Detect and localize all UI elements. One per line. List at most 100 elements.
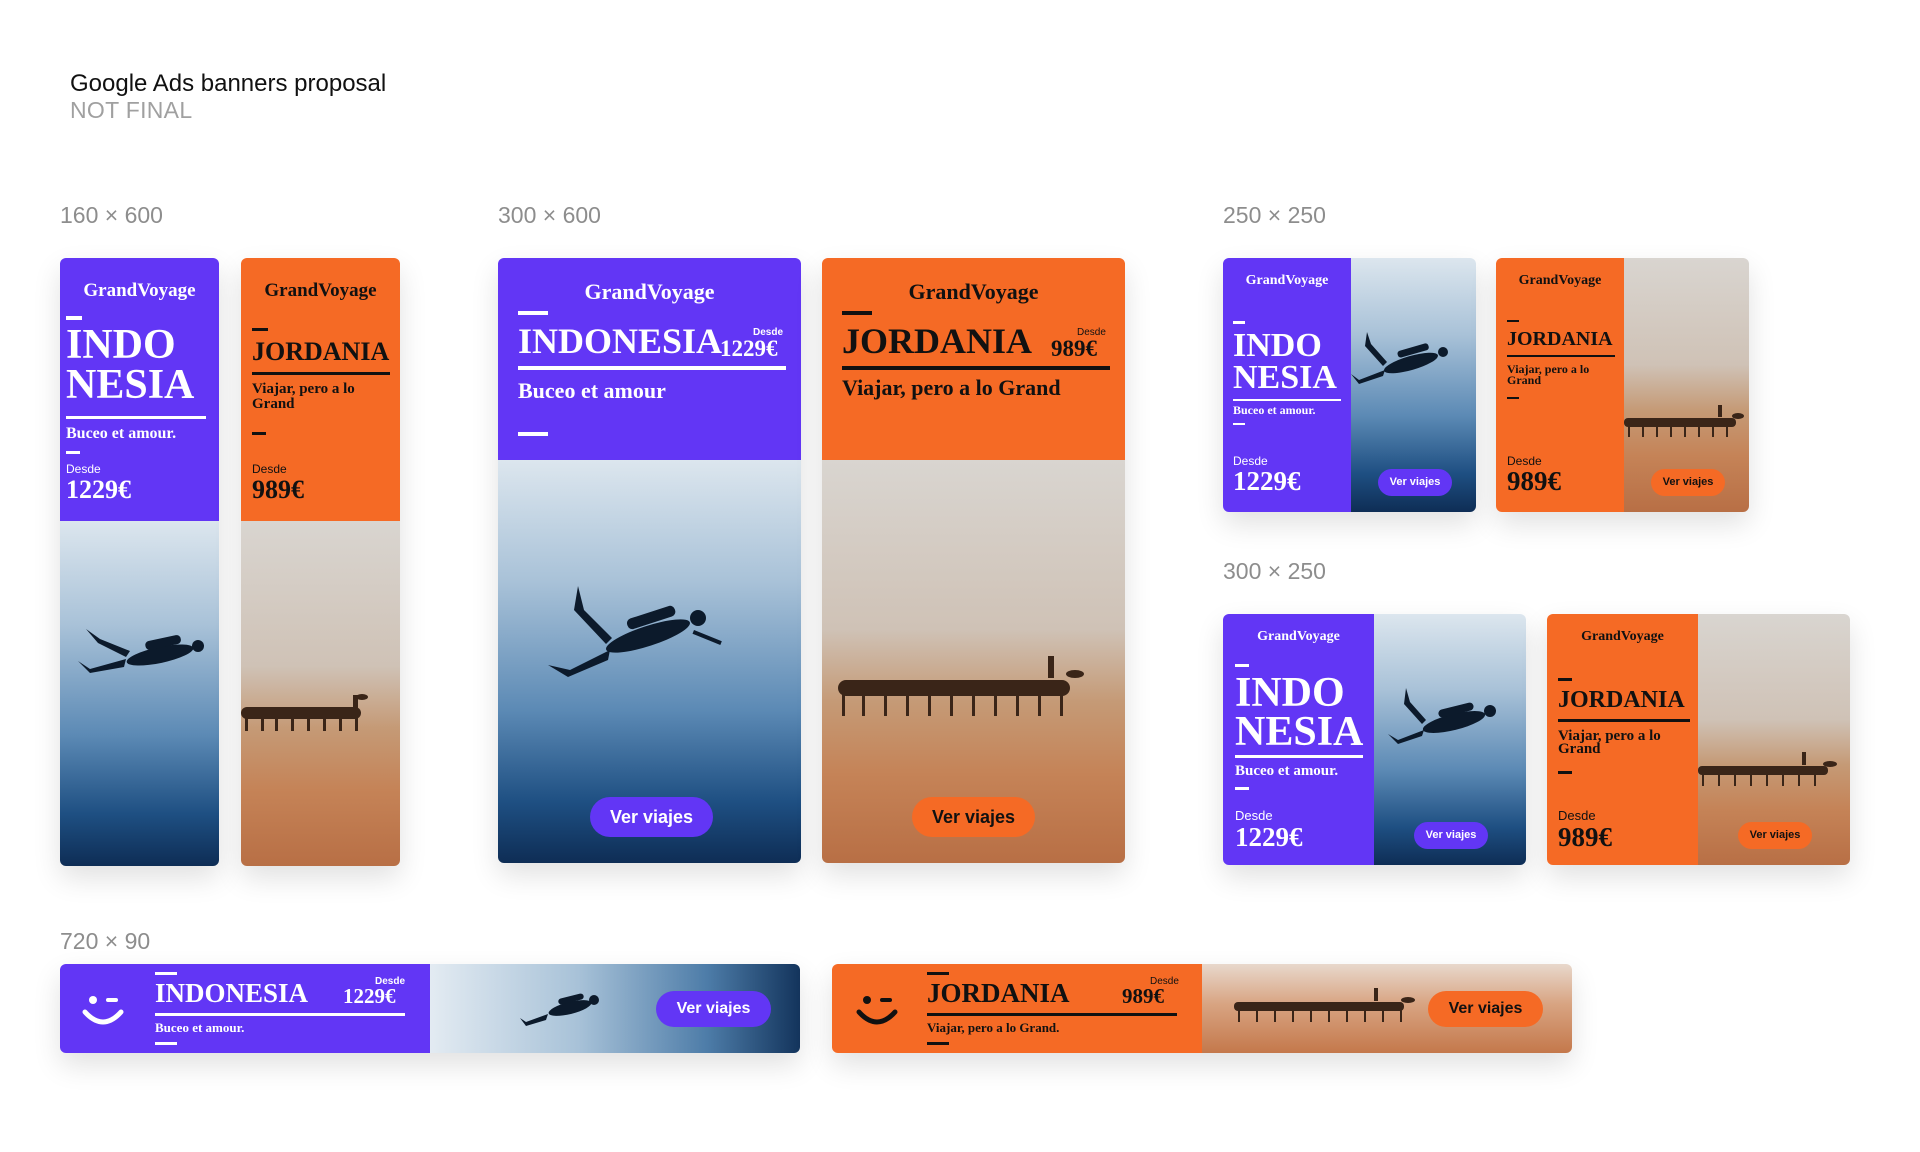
banner-text-panel: GrandVoyage JORDANIA Viajar, pero a lo G…: [241, 258, 400, 521]
divider-line: [66, 416, 206, 419]
banner-250x250-jordania[interactable]: GrandVoyage JORDANIA Viajar, pero a lo G…: [1496, 258, 1749, 512]
ver-viajes-button[interactable]: Ver viajes: [590, 797, 713, 837]
accent-dash: [518, 432, 548, 436]
brand-logo: GrandVoyage: [83, 280, 196, 301]
ver-viajes-button[interactable]: Ver viajes: [1414, 822, 1488, 849]
banner-300x250-jordania[interactable]: GrandVoyage JORDANIA Viajar, pero a lo G…: [1547, 614, 1850, 865]
brand-logo: GrandVoyage: [908, 279, 1039, 304]
destination-name: INDONESIA: [518, 321, 723, 361]
price: 989€: [252, 475, 304, 504]
accent-dash: [518, 311, 548, 315]
divider-line: [518, 366, 786, 370]
destination-name: JORDANIA: [842, 321, 1033, 361]
winking-face-icon: [82, 996, 124, 1025]
tagline: Buceo et amour.: [66, 425, 177, 442]
ver-viajes-button[interactable]: Ver viajes: [912, 797, 1035, 837]
banner-720x90-indonesia[interactable]: INDONESIA Desde 1229€ Buceo et amour. Ve…: [60, 964, 800, 1053]
destination-line1: INDO: [66, 322, 176, 368]
price: 989€: [1507, 466, 1561, 496]
from-label: Desde: [1235, 808, 1273, 823]
accent-dash: [1507, 397, 1519, 399]
price: 1229€: [1233, 466, 1301, 496]
brand-logo: GrandVoyage: [1581, 629, 1664, 644]
scuba-diver-photo: Ver viajes: [1374, 614, 1526, 865]
scuba-diver-photo: Ver viajes: [1351, 258, 1476, 512]
accent-dash: [927, 1042, 949, 1045]
destination-line1: INDO: [1233, 327, 1322, 364]
accent-dash: [66, 451, 80, 454]
accent-dash: [1235, 787, 1249, 790]
destination-name: JORDANIA: [1507, 328, 1613, 350]
banner-text-panel: GrandVoyage INDO NESIA Buceo et amour. D…: [1223, 258, 1351, 512]
tagline: Buceo et amour: [518, 378, 666, 403]
accent-dash: [1507, 320, 1519, 322]
banner-text-panel: INDONESIA Desde 1229€ Buceo et amour.: [60, 964, 430, 1053]
size-label-300x250: 300 × 250: [1223, 558, 1326, 584]
tagline: Buceo et amour.: [1235, 763, 1339, 779]
banner-160x600-jordania[interactable]: GrandVoyage JORDANIA Viajar, pero a lo G…: [241, 258, 400, 866]
scuba-diver-photo: Ver viajes: [498, 460, 801, 863]
brand-logo: GrandVoyage: [1518, 273, 1602, 288]
price: 989€: [1122, 984, 1164, 1008]
accent-dash: [1558, 771, 1572, 774]
banner-300x600-jordania[interactable]: GrandVoyage JORDANIA Desde 989€ Viajar, …: [822, 258, 1125, 863]
destination-name: INDONESIA: [155, 978, 309, 1008]
banner-250x250-indonesia[interactable]: GrandVoyage INDO NESIA Buceo et amour. D…: [1223, 258, 1476, 512]
camel-caravan-photo: Ver viajes: [822, 460, 1125, 863]
destination-name: JORDANIA: [252, 337, 390, 366]
destination-name: JORDANIA: [1558, 687, 1685, 713]
brand-logo: GrandVoyage: [1245, 273, 1329, 288]
ver-viajes-button[interactable]: Ver viajes: [656, 991, 771, 1027]
brand-logo: GrandVoyage: [584, 279, 715, 304]
accent-dash: [927, 972, 949, 975]
camel-caravan-photo: Ver viajes: [241, 521, 400, 866]
from-label: Desde: [66, 462, 101, 476]
tagline: Viajar, pero a lo Grand.: [927, 1020, 1060, 1035]
divider-line: [252, 372, 390, 375]
ver-viajes-button[interactable]: Ver viajes: [1378, 469, 1452, 496]
tagline: Viajar, pero a lo Grand: [1507, 362, 1590, 387]
divider-line: [927, 1013, 1177, 1016]
price: 989€: [1051, 336, 1097, 361]
ver-viajes-button[interactable]: Ver viajes: [1428, 991, 1543, 1027]
banner-text-panel: GrandVoyage JORDANIA Desde 989€ Viajar, …: [822, 258, 1125, 460]
size-label-720x90: 720 × 90: [60, 928, 151, 954]
destination-line2: NESIA: [1233, 359, 1337, 396]
accent-dash: [1233, 423, 1245, 425]
banner-text-panel: GrandVoyage INDONESIA Desde 1229€ Buceo …: [498, 258, 801, 460]
divider-line: [1558, 719, 1690, 722]
banner-text-panel: JORDANIA Desde 989€ Viajar, pero a lo Gr…: [832, 964, 1202, 1053]
from-label: Desde: [1558, 808, 1596, 823]
banner-text-panel: GrandVoyage JORDANIA Viajar, pero a lo G…: [1547, 614, 1698, 865]
camel-caravan-photo: Ver viajes: [1698, 614, 1850, 865]
brand-logo: GrandVoyage: [264, 280, 377, 301]
accent-dash: [252, 432, 266, 435]
accent-dash: [155, 972, 177, 975]
from-label: Desde: [252, 462, 287, 476]
ver-viajes-button[interactable]: Ver viajes: [1738, 822, 1812, 849]
camel-caravan-photo: Ver viajes: [1624, 258, 1749, 512]
divider-line: [1233, 399, 1341, 401]
price: 1229€: [343, 984, 396, 1008]
accent-dash: [66, 316, 82, 320]
accent-dash: [1558, 678, 1572, 681]
banner-720x90-jordania[interactable]: JORDANIA Desde 989€ Viajar, pero a lo Gr…: [832, 964, 1572, 1053]
banner-160x600-indonesia[interactable]: GrandVoyage INDO NESIA Buceo et amour. D…: [60, 258, 219, 866]
banner-text-panel: GrandVoyage INDO NESIA Buceo et amour. D…: [60, 258, 219, 521]
page-title: Google Ads banners proposal: [70, 70, 387, 97]
banner-300x600-indonesia[interactable]: GrandVoyage INDONESIA Desde 1229€ Buceo …: [498, 258, 801, 863]
divider-line: [155, 1013, 405, 1016]
banner-300x250-indonesia[interactable]: GrandVoyage INDO NESIA Buceo et amour. D…: [1223, 614, 1526, 865]
divider-line: [1235, 755, 1363, 758]
size-label-160x600: 160 × 600: [60, 202, 163, 228]
ver-viajes-button[interactable]: Ver viajes: [1651, 469, 1725, 496]
tagline: Viajar, pero a lo Grand: [1558, 728, 1661, 757]
banner-text-panel: GrandVoyage JORDANIA Viajar, pero a lo G…: [1496, 258, 1624, 512]
destination-line1: INDO: [1235, 670, 1345, 716]
page-subtitle: NOT FINAL: [70, 97, 193, 123]
accent-dash: [842, 311, 872, 315]
winking-face-icon: [856, 996, 898, 1025]
destination-line2: NESIA: [66, 362, 195, 408]
diver-silhouette-icon: [78, 629, 204, 673]
camel-caravan-photo: Ver viajes: [1202, 964, 1572, 1053]
